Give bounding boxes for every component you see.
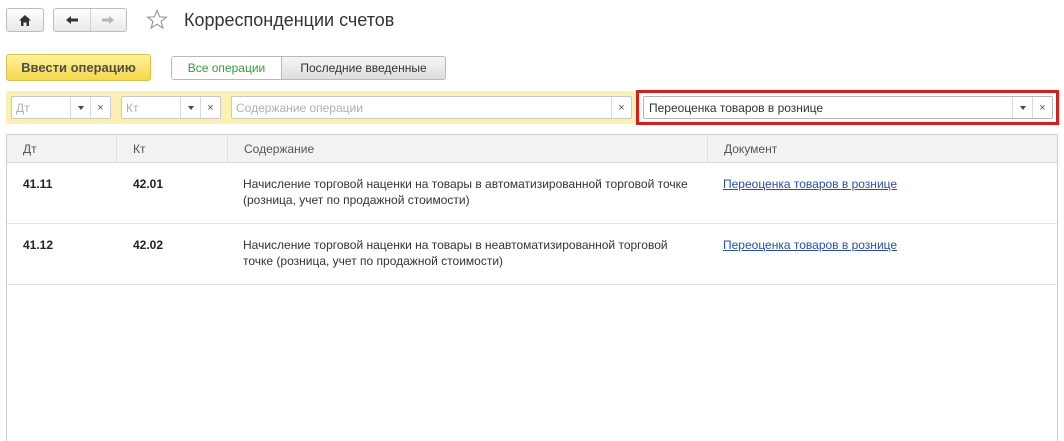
operations-toggle: Все операции Последние введенные: [171, 56, 446, 80]
tab-all-operations[interactable]: Все операции: [172, 57, 282, 79]
row-content: Начисление торговой наценки на товары в …: [243, 238, 668, 268]
dt-clear-button[interactable]: ×: [90, 97, 110, 118]
close-icon: ×: [207, 101, 214, 114]
dt-filter-field[interactable]: Дт ×: [11, 96, 111, 119]
table-header: Дт Кт Содержание Документ: [7, 135, 1057, 163]
dt-placeholder: Дт: [16, 101, 30, 115]
row-content: Начисление торговой наценки на товары в …: [243, 177, 688, 207]
row-document-link[interactable]: Переоценка товаров в рознице: [723, 176, 897, 192]
chevron-down-icon: [77, 105, 84, 110]
kt-clear-button[interactable]: ×: [200, 97, 220, 118]
arrow-left-icon: [65, 16, 78, 24]
table-row[interactable]: 41.12 42.02 Начисление торговой наценки …: [7, 225, 1057, 285]
row-dt: 41.12: [23, 238, 54, 252]
tab-recent-operations[interactable]: Последние введенные: [282, 57, 445, 79]
back-button[interactable]: [54, 9, 90, 31]
row-document-link[interactable]: Переоценка товаров в рознице: [723, 237, 897, 253]
column-header-kt[interactable]: Кт: [116, 135, 227, 163]
row-dt: 41.11: [23, 177, 53, 191]
column-header-dt[interactable]: Дт: [7, 135, 116, 163]
content-filter-field[interactable]: Содержание операции ×: [231, 96, 632, 119]
chevron-down-icon: [187, 105, 194, 110]
document-filter-highlight: [636, 90, 1059, 125]
content-placeholder: Содержание операции: [236, 101, 363, 115]
enter-operation-button[interactable]: Ввести операцию: [6, 54, 151, 81]
correspondence-table: Дт Кт Содержание Документ 41.11 42.01 На…: [6, 134, 1058, 441]
dt-dropdown-button[interactable]: [70, 97, 90, 118]
favorite-star-icon[interactable]: [146, 8, 168, 33]
arrow-right-icon: [102, 16, 115, 24]
column-header-document[interactable]: Документ: [707, 135, 1057, 163]
content-clear-button[interactable]: ×: [611, 97, 631, 118]
column-header-content[interactable]: Содержание: [227, 135, 707, 163]
close-icon: ×: [97, 101, 104, 114]
history-navigation: [53, 8, 127, 32]
close-icon: ×: [618, 101, 625, 114]
kt-filter-field[interactable]: Кт ×: [121, 96, 221, 119]
kt-placeholder: Кт: [126, 101, 139, 115]
page-title: Корреспонденции счетов: [184, 10, 395, 30]
table-row[interactable]: 41.11 42.01 Начисление торговой наценки …: [7, 164, 1057, 224]
home-button[interactable]: [6, 8, 44, 32]
forward-button[interactable]: [89, 9, 127, 31]
row-kt: 42.01: [133, 177, 164, 191]
row-kt: 42.02: [133, 238, 164, 252]
kt-dropdown-button[interactable]: [180, 97, 200, 118]
home-icon: [19, 14, 31, 26]
